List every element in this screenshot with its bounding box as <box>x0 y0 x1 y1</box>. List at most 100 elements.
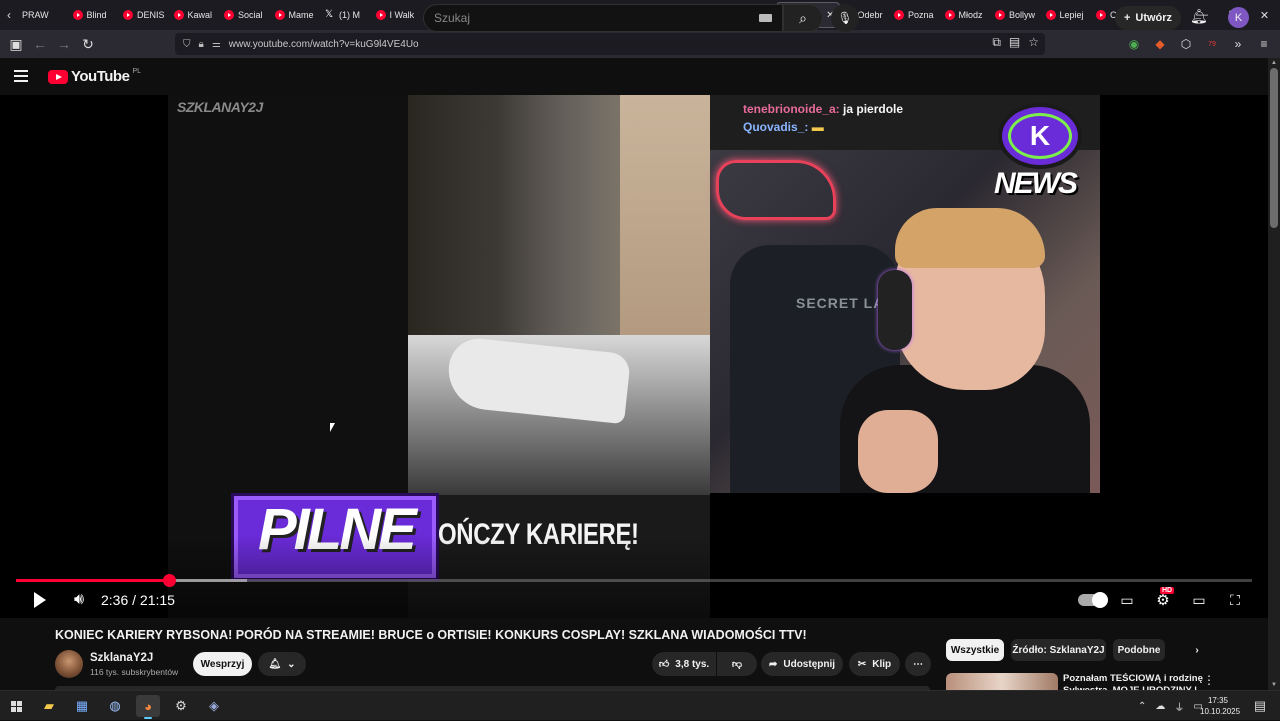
youtube-play-logo-icon <box>48 69 68 84</box>
theater-mode-button[interactable]: ▭ <box>1188 590 1210 610</box>
onedrive-icon[interactable]: ☁ <box>1155 701 1165 712</box>
settings-button[interactable]: ⚙ HD <box>1152 587 1175 610</box>
extensions-icon[interactable]: ⬡ <box>1178 32 1194 56</box>
chevron-down-icon: ⌄ <box>287 658 296 670</box>
youtube-favicon-icon <box>944 10 955 20</box>
recommendation-more-icon[interactable]: ⋮ <box>1203 673 1215 687</box>
search-input[interactable]: Szukaj <box>423 4 783 32</box>
overflow-icon[interactable]: » <box>1230 32 1246 56</box>
address-bar[interactable]: ⛉ 🔒︎ ⚌ www.youtube.com/watch?v=kuG9l4VE4… <box>175 33 1045 55</box>
usb-icon[interactable]: ⏚ <box>1174 699 1184 714</box>
sidebar-toggle-icon[interactable]: ▣ <box>4 32 28 56</box>
account-avatar[interactable]: K <box>1228 7 1249 28</box>
chip-source[interactable]: Źródło: SzklanaY2J <box>1011 639 1106 661</box>
tab-scroll-left-icon[interactable]: ‹ <box>0 0 18 30</box>
tray-overflow-icon[interactable]: ⌃ <box>1138 701 1146 712</box>
subtitles-button[interactable]: ▭ <box>1116 590 1138 610</box>
x-favicon-icon: 𝕏 <box>325 9 334 20</box>
reader-view-icon[interactable]: ▤ <box>1009 35 1020 50</box>
guide-menu-icon[interactable] <box>14 66 34 86</box>
control-panel-icon[interactable]: ▦ <box>70 695 94 717</box>
menu-icon[interactable]: ≡ <box>1256 32 1272 56</box>
browser-tab[interactable]: Bollyw <box>991 2 1042 28</box>
scrollbar-thumb[interactable] <box>1270 68 1278 228</box>
browser-tab[interactable]: Blind <box>69 2 120 28</box>
search-button[interactable]: ⌕ <box>783 4 823 32</box>
youtube-logo[interactable]: YouTube PL <box>48 68 141 85</box>
chip-scroll-right-icon[interactable]: › <box>1185 639 1209 661</box>
page-scrollbar[interactable]: ▲ ▼ <box>1268 58 1280 690</box>
notifications-dropdown-button[interactable]: 🔔︎ ⌄ <box>258 652 306 676</box>
browser-tab[interactable]: Kawal <box>170 2 221 28</box>
dislike-button[interactable]: 👎︎ <box>717 652 757 676</box>
browser-tab[interactable]: Młodz <box>941 2 992 28</box>
mouse-cursor-icon <box>330 423 335 432</box>
reload-icon[interactable]: ↻ <box>76 32 100 56</box>
app-icon[interactable]: ◈ <box>202 695 226 717</box>
shield-icon[interactable]: ⛉ <box>183 39 191 50</box>
tab-label: (1) M <box>339 10 360 20</box>
channel-name[interactable]: SzklanaY2J <box>90 652 153 664</box>
region-code: PL <box>132 68 141 75</box>
extension-fox-icon[interactable]: ◆ <box>1152 32 1168 56</box>
start-button[interactable] <box>4 695 28 717</box>
hd-badge: HD <box>1160 587 1175 594</box>
like-button[interactable]: 👍︎ 3,8 tys. <box>652 652 716 676</box>
file-explorer-icon[interactable]: ▰ <box>37 695 61 717</box>
autoplay-toggle[interactable] <box>1076 590 1108 610</box>
scroll-down-icon[interactable]: ▼ <box>1271 682 1277 688</box>
firefox-icon[interactable]: ◕ <box>136 695 160 719</box>
browser-tab[interactable]: DENIS <box>119 2 170 28</box>
browser-tab[interactable]: 𝕏 (1) M <box>321 2 372 28</box>
settings-app-icon[interactable]: ⚙ <box>169 695 193 717</box>
more-actions-button[interactable]: ⋯ <box>905 652 931 676</box>
voice-search-icon[interactable]: 🎙︎ <box>831 4 859 32</box>
forward-icon[interactable]: → <box>52 32 76 56</box>
scissors-icon: ✂ <box>857 658 867 670</box>
tab-label: Kawal <box>187 10 213 20</box>
scrubber-handle[interactable] <box>162 574 176 587</box>
keyboard-icon[interactable] <box>759 14 772 22</box>
youtube-favicon-icon <box>123 10 133 20</box>
time-display: 2:36 / 21:15 <box>101 592 175 608</box>
notifications-icon[interactable]: ▤ <box>1248 695 1272 717</box>
share-button[interactable]: ➦ Udostępnij <box>761 652 843 676</box>
browser-tab[interactable]: Mame <box>271 2 322 28</box>
back-icon[interactable]: ← <box>28 32 52 56</box>
close-window-icon[interactable]: ✕ <box>1249 0 1280 30</box>
picture-in-picture-icon[interactable]: ⧉ <box>992 35 1001 50</box>
chip-similar[interactable]: Podobne <box>1113 639 1165 661</box>
steam-icon[interactable]: ◍ <box>103 695 127 717</box>
channel-avatar[interactable] <box>55 650 83 678</box>
video-clip-hospital <box>408 95 710 495</box>
chip-all[interactable]: Wszystkie <box>946 639 1004 661</box>
tab-label: Social <box>238 10 263 20</box>
browser-tab[interactable]: Pozna <box>890 2 941 28</box>
recommendation-thumbnail[interactable] <box>946 673 1058 690</box>
youtube-favicon-icon <box>1096 10 1106 20</box>
extension-shield-icon[interactable]: ◉ <box>1126 32 1142 56</box>
create-button[interactable]: + Utwórz <box>1115 6 1181 30</box>
channel-watermark: SZKLANAY2J <box>177 99 263 115</box>
fullscreen-button[interactable]: ⛶ <box>1224 590 1246 610</box>
browser-tab[interactable]: Lepiej <box>1042 2 1093 28</box>
browser-tab[interactable]: Social <box>220 2 271 28</box>
scroll-up-icon[interactable]: ▲ <box>1271 60 1277 66</box>
clip-button[interactable]: ✂ Klip <box>849 652 900 676</box>
play-icon <box>34 592 46 608</box>
url-text[interactable]: www.youtube.com/watch?v=kuG9l4VE4Uo <box>229 39 419 50</box>
plus-icon: + <box>1123 12 1131 24</box>
recommendation-title[interactable]: Poznałam TEŚCIOWĄ i rodzinę Sylwestra, M… <box>1063 673 1203 690</box>
permissions-icon[interactable]: ⚌ <box>212 39 221 50</box>
extension-badge-icon[interactable]: 79 <box>1204 32 1220 56</box>
volume-button[interactable]: 🔊︎ <box>68 590 90 610</box>
browser-tab[interactable]: I Walk <box>372 2 423 28</box>
bookmark-star-icon[interactable]: ☆ <box>1028 35 1039 50</box>
progress-bar[interactable] <box>16 574 1252 587</box>
lock-icon[interactable]: 🔒︎ <box>199 39 204 50</box>
play-button[interactable] <box>30 590 50 610</box>
notifications-bell-icon[interactable]: 🔔︎ <box>1190 8 1208 25</box>
support-button[interactable]: Wesprzyj <box>193 652 252 676</box>
clock[interactable]: 17:35 10.10.2025 <box>1200 695 1240 717</box>
browser-tab[interactable]: PRAW <box>18 2 69 28</box>
